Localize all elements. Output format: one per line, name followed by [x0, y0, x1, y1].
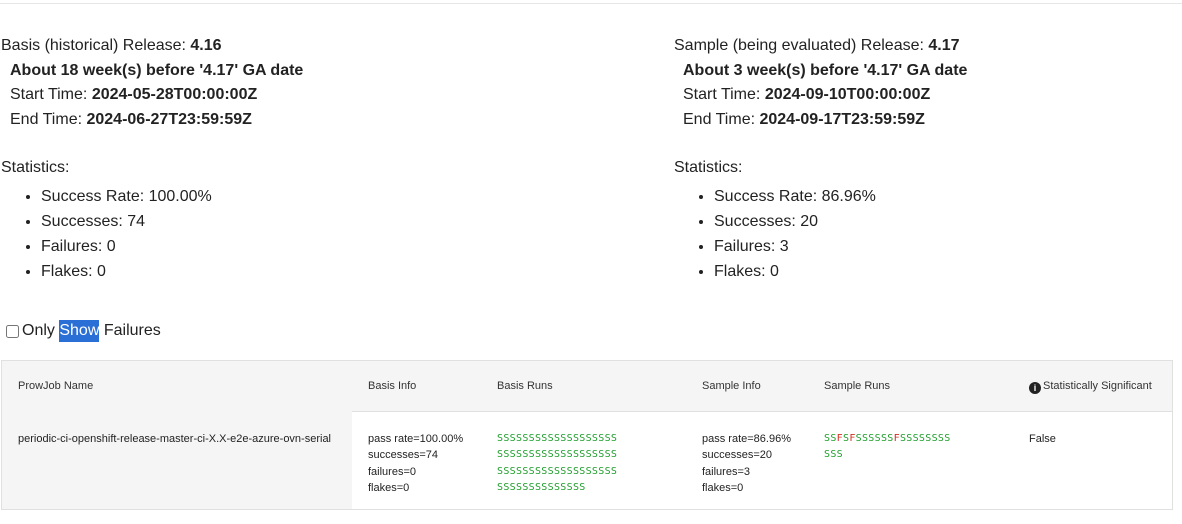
basis-info-failures: failures=0 [368, 465, 417, 478]
basis-stat-flakes: Flakes: 0 [41, 259, 303, 284]
only-show-failures-toggle[interactable]: Only Show Failures [4, 320, 161, 342]
basis-info-flakes: flakes=0 [368, 482, 410, 495]
sample-about: About 3 week(s) before '4.17' GA date [683, 61, 968, 79]
basis-info-successes: successes=74 [368, 449, 439, 462]
column-header-basis-runs[interactable]: Basis Runs [497, 380, 553, 392]
sample-info-flakes: flakes=0 [702, 482, 744, 495]
sample-stat-flakes: Flakes: 0 [714, 259, 967, 284]
basis-start-label: Start Time: [10, 86, 88, 103]
basis-runs-line[interactable]: SSSSSSSSSSSSSS [497, 480, 617, 496]
prowjob-name[interactable]: periodic-ci-openshift-release-master-ci-… [18, 431, 331, 447]
basis-statistics-heading: Statistics: [1, 158, 70, 176]
sample-statistics-list: Success Rate: 86.96% Successes: 20 Failu… [674, 184, 967, 284]
sample-start-value: 2024-09-10T00:00:00Z [764, 86, 931, 103]
top-divider [0, 3, 1182, 4]
sample-release-line: Sample (being evaluated) Release: 4.17 [674, 34, 967, 59]
basis-start-line: Start Time: 2024-05-28T00:00:00Z [1, 83, 303, 108]
basis-runs-line[interactable]: SSSSSSSSSSSSSSSSSSS [497, 431, 617, 447]
column-header-significant-label: Statistically Significant [1043, 380, 1152, 392]
basis-stat-successes: Successes: 74 [41, 209, 303, 234]
sample-start-line: Start Time: 2024-09-10T00:00:00Z [674, 83, 967, 108]
run-success[interactable]: S [944, 433, 950, 444]
basis-panel: Basis (historical) Release: 4.16 About 1… [1, 34, 303, 284]
basis-runs-cell: SSSSSSSSSSSSSSSSSSS SSSSSSSSSSSSSSSSSSS … [497, 431, 617, 497]
column-header-prowjob[interactable]: ProwJob Name [18, 380, 93, 392]
sample-stat-successes: Successes: 20 [714, 209, 967, 234]
sample-end-label: End Time: [683, 110, 756, 128]
basis-start-value: 2024-05-28T00:00:00Z [91, 86, 258, 103]
sample-panel: Sample (being evaluated) Release: 4.17 A… [674, 34, 967, 284]
sample-info-pass-rate: pass rate=86.96% [702, 433, 791, 445]
filter-label-only: Only [22, 322, 55, 339]
basis-stat-success-rate: Success Rate: 100.00% [41, 184, 303, 209]
statistically-significant-value: False [1029, 433, 1056, 445]
sample-runs-line[interactable]: SSS [824, 447, 951, 463]
prowjob-cell: periodic-ci-openshift-release-master-ci-… [2, 411, 352, 509]
basis-release-line: Basis (historical) Release: 4.16 [1, 34, 303, 59]
basis-end-value: 2024-06-27T23:59:59Z [86, 110, 252, 128]
run-success[interactable]: S [579, 482, 585, 493]
sample-end-line: End Time: 2024-09-17T23:59:59Z [674, 108, 967, 133]
sample-statistics-heading: Statistics: [674, 158, 743, 176]
run-success[interactable]: S [837, 449, 843, 460]
basis-info-pass-rate: pass rate=100.00% [368, 433, 464, 445]
basis-statistics-list: Success Rate: 100.00% Successes: 74 Fail… [1, 184, 303, 284]
info-icon[interactable]: i [1029, 382, 1041, 394]
basis-release-value: 4.16 [190, 37, 222, 54]
sample-release-value: 4.17 [928, 37, 960, 54]
filter-label-show: Show [59, 320, 100, 342]
column-header-sample-info[interactable]: Sample Info [702, 380, 761, 392]
sample-stat-failures: Failures: 3 [714, 234, 967, 259]
run-success[interactable]: S [611, 449, 617, 460]
basis-stat-failures: Failures: 0 [41, 234, 303, 259]
column-header-significant[interactable]: i Statistically Significant [1029, 380, 1152, 394]
basis-end-label: End Time: [10, 110, 83, 128]
column-header-sample-runs[interactable]: Sample Runs [824, 380, 890, 392]
sample-start-label: Start Time: [683, 86, 761, 103]
run-success[interactable]: S [611, 433, 617, 444]
column-header-basis-info[interactable]: Basis Info [368, 380, 416, 392]
only-show-failures-checkbox[interactable] [6, 324, 19, 338]
basis-end-line: End Time: 2024-06-27T23:59:59Z [1, 108, 303, 133]
sample-end-value: 2024-09-17T23:59:59Z [759, 110, 925, 128]
table-row: periodic-ci-openshift-release-master-ci-… [2, 411, 1172, 509]
sample-info-cell: pass rate=86.96% successes=20 failures=3… [702, 431, 791, 497]
run-success[interactable]: S [611, 466, 617, 477]
filter-label-failures: Failures [103, 322, 161, 339]
sample-runs-line[interactable]: SSFSFSSSSSSFSSSSSSSS [824, 431, 951, 447]
basis-release-label: Basis (historical) Release: [1, 37, 186, 54]
sample-runs-cell: SSFSFSSSSSSFSSSSSSSS SSS [824, 431, 951, 464]
sample-info-successes: successes=20 [702, 449, 773, 462]
basis-runs-line[interactable]: SSSSSSSSSSSSSSSSSSS [497, 447, 617, 463]
table-header: ProwJob Name Basis Info Basis Runs Sampl… [2, 361, 1172, 412]
sample-release-label: Sample (being evaluated) Release: [674, 37, 924, 54]
sample-stat-success-rate: Success Rate: 86.96% [714, 184, 967, 209]
results-table: ProwJob Name Basis Info Basis Runs Sampl… [1, 360, 1173, 510]
basis-about: About 18 week(s) before '4.17' GA date [10, 61, 304, 79]
basis-runs-line[interactable]: SSSSSSSSSSSSSSSSSSS [497, 464, 617, 480]
sample-info-failures: failures=3 [702, 465, 751, 478]
basis-info-cell: pass rate=100.00% successes=74 failures=… [368, 431, 463, 497]
